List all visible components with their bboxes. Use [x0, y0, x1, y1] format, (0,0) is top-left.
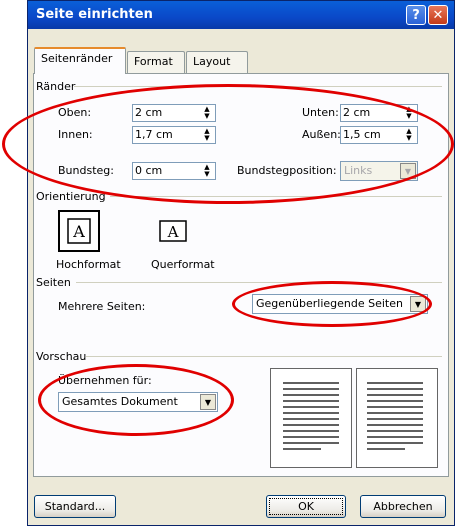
tab-label: Format [134, 55, 173, 68]
help-icon: ? [412, 7, 420, 23]
annotation-margins-ring [2, 84, 454, 204]
landscape-page-icon: A [159, 220, 187, 242]
cancel-button-label: Abbrechen [373, 500, 433, 513]
ok-button[interactable]: OK [266, 495, 346, 518]
default-button[interactable]: Standard... [34, 495, 116, 518]
tab-seitenraender[interactable]: Seitenränder [34, 47, 126, 74]
landscape-button[interactable]: A [152, 210, 194, 252]
tab-layout[interactable]: Layout [186, 51, 248, 73]
multiple-pages-label: Mehrere Seiten: [58, 300, 146, 313]
cancel-button[interactable]: Abbrechen [360, 495, 446, 518]
help-button[interactable]: ? [406, 5, 426, 25]
text-lines-icon [283, 382, 339, 450]
annotation-apply-ring [38, 364, 234, 436]
text-lines-icon [367, 382, 423, 450]
svg-text:A: A [72, 222, 85, 241]
window-title: Seite einrichten [36, 7, 153, 22]
page-setup-dialog: Seite einrichten ? ✕ Seitenränder Format… [27, 0, 455, 526]
tab-label: Seitenränder [41, 52, 113, 65]
close-icon: ✕ [432, 7, 444, 23]
annotation-pages-ring [232, 281, 432, 327]
landscape-label: Querformat [151, 258, 215, 271]
divider [86, 356, 442, 357]
default-button-label: Standard... [44, 500, 106, 513]
divider [76, 282, 442, 283]
title-bar: Seite einrichten ? ✕ [28, 1, 454, 29]
svg-text:A: A [167, 223, 179, 241]
tab-label: Layout [193, 55, 231, 68]
close-button[interactable]: ✕ [428, 5, 448, 25]
preview-group-label: Vorschau [36, 350, 87, 363]
portrait-page-icon: A [67, 218, 91, 244]
preview-left-page [270, 368, 352, 468]
portrait-label: Hochformat [56, 258, 121, 271]
ok-button-label: OK [298, 500, 314, 513]
tab-format[interactable]: Format [127, 51, 185, 73]
portrait-button[interactable]: A [58, 210, 100, 252]
preview-right-page [356, 368, 438, 468]
margins-group-label: Ränder [36, 80, 76, 93]
pages-group-label: Seiten [36, 276, 71, 289]
